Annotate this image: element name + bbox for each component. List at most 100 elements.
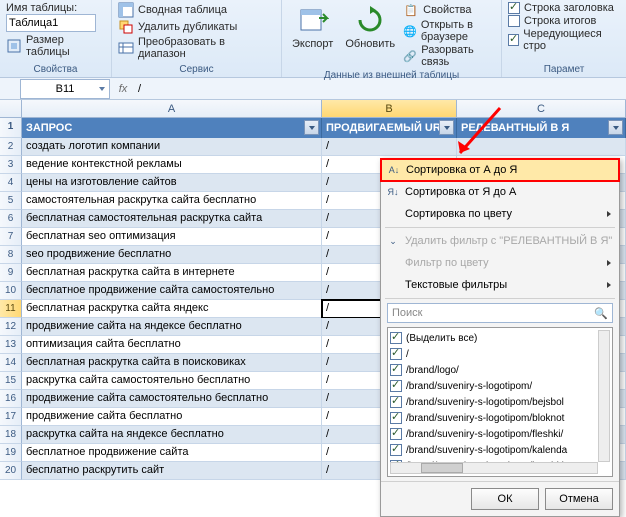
cell-url[interactable]: / (322, 138, 457, 156)
cell-zapros[interactable]: ведение контекстной рекламы (22, 156, 322, 174)
row-header[interactable]: 12 (0, 318, 22, 336)
sort-za[interactable]: Я↓Сортировка от Я до А (381, 181, 619, 203)
row-header[interactable]: 20 (0, 462, 22, 480)
row-header[interactable]: 1 (0, 118, 22, 138)
checkbox-icon (390, 380, 402, 392)
checkbox-icon (390, 348, 402, 360)
cell-zapros[interactable]: оптимизация сайта бесплатно (22, 336, 322, 354)
browser-icon: 🌐 (403, 23, 417, 39)
cell-zapros[interactable]: цены на изготовление сайтов (22, 174, 322, 192)
filter-item[interactable]: /brand/suveniry-s-logotipom/fleshki/ (390, 426, 610, 442)
separator (385, 298, 615, 299)
row-header[interactable]: 11 (0, 300, 22, 318)
formula-value[interactable]: / (134, 83, 626, 95)
select-all-corner[interactable] (0, 100, 22, 117)
cell-zapros[interactable]: бесплатно раскрутить сайт (22, 462, 322, 480)
row-header[interactable]: 7 (0, 228, 22, 246)
fx-icon[interactable]: fx (112, 83, 134, 95)
checkbox-icon (390, 444, 402, 456)
row-header[interactable]: 18 (0, 426, 22, 444)
filter-drop-icon[interactable] (608, 120, 623, 135)
submenu-arrow-icon (607, 260, 611, 266)
resize-icon (6, 38, 22, 54)
cancel-button[interactable]: Отмена (545, 488, 613, 510)
cell-zapros[interactable]: раскрутка сайта на яндексе бесплатно (22, 426, 322, 444)
cell-zapros[interactable]: самостоятельная раскрутка сайта бесплатн… (22, 192, 322, 210)
cell-zapros[interactable]: бесплатная раскрутка сайта в поисковиках (22, 354, 322, 372)
row-header[interactable]: 3 (0, 156, 22, 174)
row-header[interactable]: 2 (0, 138, 22, 156)
row-header[interactable]: 15 (0, 372, 22, 390)
column-headers: A B C (0, 100, 626, 118)
row-header[interactable]: 13 (0, 336, 22, 354)
cell-zapros[interactable]: бесплатная самостоятельная раскрутка сай… (22, 210, 322, 228)
cell-zapros[interactable]: бесплатное продвижение сайта самостоятел… (22, 282, 322, 300)
row-header[interactable]: 5 (0, 192, 22, 210)
scrollbar-vertical[interactable] (598, 330, 610, 462)
header-row-check[interactable]: Строка заголовка (508, 2, 620, 14)
name-box[interactable]: B11 (20, 79, 110, 99)
cell-zapros[interactable]: бесплатная раскрутка сайта яндекс (22, 300, 322, 318)
checkbox-icon (508, 34, 519, 46)
resize-table-button[interactable]: Размер таблицы (6, 34, 105, 58)
row-header[interactable]: 16 (0, 390, 22, 408)
table-row: 2создать логотип компании/ (0, 138, 626, 156)
row-header[interactable]: 14 (0, 354, 22, 372)
cell-zapros[interactable]: бесплатное продвижение сайта (22, 444, 322, 462)
table-name-input[interactable] (6, 14, 96, 32)
cell-zapros[interactable]: продвижение сайта на яндексе бесплатно (22, 318, 322, 336)
cell-zapros[interactable]: продвижение сайта бесплатно (22, 408, 322, 426)
table-header-relevant[interactable]: РЕЛЕВАНТНЫЙ В Я (457, 118, 626, 138)
scrollbar-horizontal[interactable] (390, 462, 598, 474)
row-header[interactable]: 10 (0, 282, 22, 300)
ok-button[interactable]: ОК (471, 488, 539, 510)
row-header[interactable]: 9 (0, 264, 22, 282)
convert-range-button[interactable]: Преобразовать в диапазон (118, 36, 275, 60)
props-icon: 📋 (403, 2, 419, 18)
filter-item-select-all[interactable]: (Выделить все) (390, 330, 610, 346)
filter-search[interactable]: Поиск🔍 (387, 303, 613, 323)
filter-item[interactable]: /brand/suveniry-s-logotipom/bloknot (390, 410, 610, 426)
filter-values-list[interactable]: (Выделить все) //brand/logo//brand/suven… (387, 327, 613, 477)
col-header-C[interactable]: C (457, 100, 626, 117)
text-filters[interactable]: Текстовые фильтры (381, 274, 619, 296)
filter-item[interactable]: /brand/suveniry-s-logotipom/ (390, 378, 610, 394)
export-button[interactable]: Экспорт (288, 2, 337, 69)
cell-relevant[interactable] (457, 138, 626, 156)
cell-zapros[interactable]: seo продвижение бесплатно (22, 246, 322, 264)
col-header-B[interactable]: B (322, 100, 457, 117)
filter-item[interactable]: / (390, 346, 610, 362)
col-header-A[interactable]: A (22, 100, 322, 117)
row-header[interactable]: 8 (0, 246, 22, 264)
pivot-table-button[interactable]: Сводная таблица (118, 2, 275, 18)
row-header[interactable]: 17 (0, 408, 22, 426)
cell-zapros[interactable]: продвижение сайта самостоятельно бесплат… (22, 390, 322, 408)
unlink-button: 🔗Разорвать связь (403, 44, 495, 68)
checkbox-icon (390, 332, 402, 344)
open-browser-button: 🌐Открыть в браузере (403, 19, 495, 43)
table-header-zapros[interactable]: ЗАПРОС (22, 118, 322, 138)
unlink-icon: 🔗 (403, 48, 417, 64)
filter-drop-icon[interactable] (439, 120, 454, 135)
totals-row-check[interactable]: Строка итогов (508, 15, 620, 27)
sort-az[interactable]: A↓Сортировка от А до Я (380, 158, 620, 182)
refresh-button[interactable]: Обновить (341, 2, 399, 69)
remove-dups-button[interactable]: Удалить дубликаты (118, 19, 275, 35)
row-header[interactable]: 4 (0, 174, 22, 192)
cell-zapros[interactable]: создать логотип компании (22, 138, 322, 156)
filter-item[interactable]: /brand/logo/ (390, 362, 610, 378)
ribbon-group-external: Данные из внешней таблицы (288, 69, 495, 83)
filter-drop-icon[interactable] (304, 120, 319, 135)
row-header[interactable]: 6 (0, 210, 22, 228)
cell-zapros[interactable]: бесплатная seo оптимизация (22, 228, 322, 246)
table-header-url[interactable]: ПРОДВИГАЕМЫЙ URL (322, 118, 457, 138)
cell-zapros[interactable]: раскрутка сайта самостоятельно бесплатно (22, 372, 322, 390)
cell-zapros[interactable]: бесплатная раскрутка сайта в интернете (22, 264, 322, 282)
banded-rows-check[interactable]: Чередующиеся стро (508, 28, 620, 52)
checkbox-icon (508, 2, 520, 14)
filter-item[interactable]: /brand/suveniry-s-logotipom/bejsbol (390, 394, 610, 410)
row-header[interactable]: 19 (0, 444, 22, 462)
filter-item[interactable]: /brand/suveniry-s-logotipom/kalenda (390, 442, 610, 458)
sort-by-color[interactable]: Сортировка по цвету (381, 203, 619, 225)
sort-za-icon: Я↓ (385, 184, 401, 200)
